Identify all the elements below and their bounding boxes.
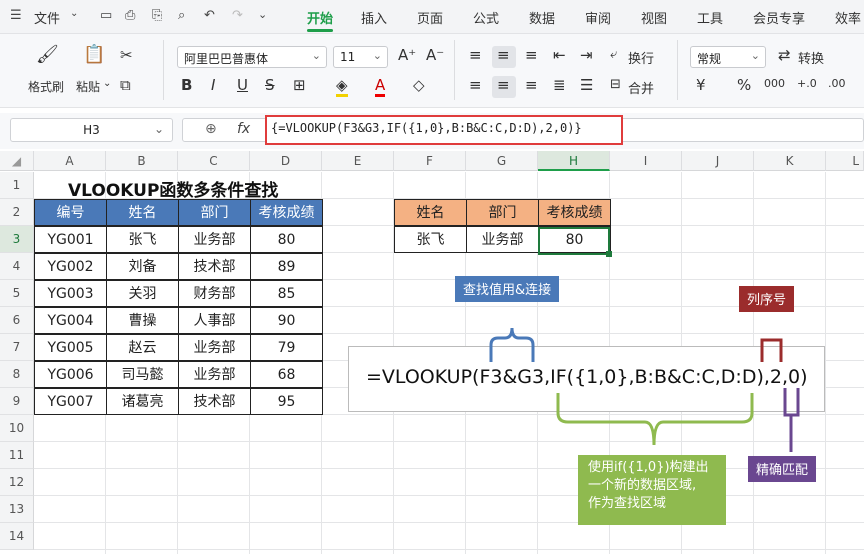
if-area-note-line: 作为查找区域: [588, 496, 667, 511]
if-area-bracket: [556, 393, 754, 446]
lookup-value-note: 查找值用&连接: [455, 276, 560, 302]
exact-match-note: 精确匹配: [748, 456, 817, 482]
if-area-note-line: 一个新的数据区域,: [588, 478, 697, 493]
col-index-bracket: [760, 338, 783, 362]
lookup-value-bracket: [489, 327, 535, 362]
exact-match-bracket: [783, 388, 800, 417]
col-index-note: 列序号: [739, 286, 795, 312]
annotation-brackets: [489, 327, 800, 452]
if-area-note: 使用if({1,0})构建出 一个新的数据区域, 作为查找区域: [578, 455, 726, 525]
if-area-note-line: 使用if({1,0})构建出: [588, 460, 709, 475]
